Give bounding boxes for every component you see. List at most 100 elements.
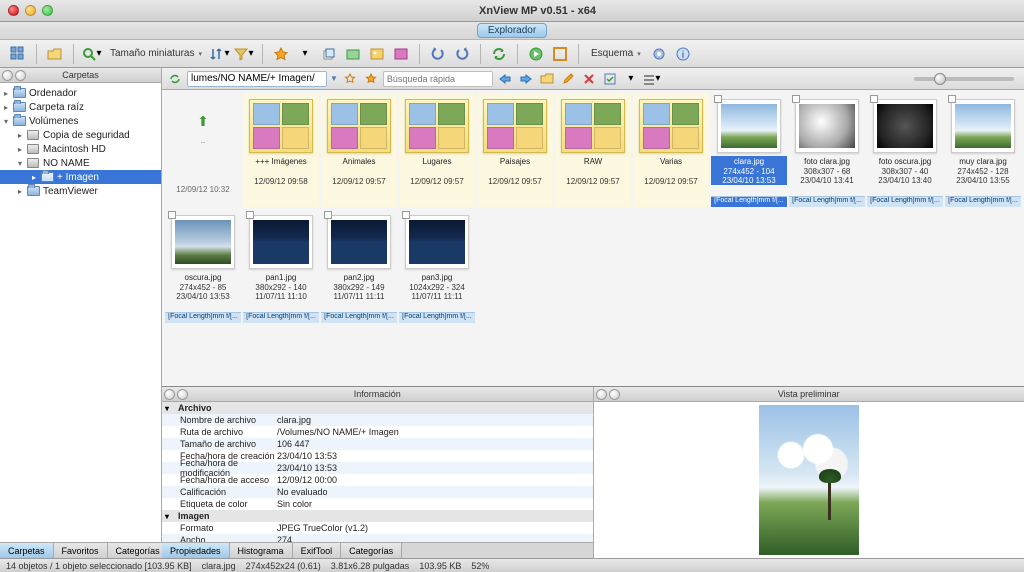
thumb-checkbox[interactable] — [402, 211, 410, 219]
info-body[interactable]: ▾ArchivoNombre de archivoclara.jpgRuta d… — [162, 402, 593, 542]
fav-icon[interactable] — [362, 70, 380, 88]
thumb-image[interactable]: oscura.jpg274x452 - 8523/04/10 13:53[Foc… — [165, 209, 241, 323]
tree-node[interactable]: ▸+ Imagen — [0, 170, 161, 184]
tree-node[interactable]: ▸Carpeta raíz — [0, 100, 161, 114]
status-dimensions: 274x452x24 (0.61) — [246, 561, 321, 571]
play-icon[interactable] — [526, 44, 546, 64]
delete-icon[interactable] — [580, 70, 598, 88]
thumb-size-dropdown[interactable]: Tamaño miniaturas — [106, 48, 206, 59]
copy-icon[interactable] — [319, 44, 339, 64]
thumbnail-area[interactable]: ⬆..12/09/12 10:32+++ Imágenes12/09/12 09… — [162, 90, 1024, 386]
sort-icon[interactable]: ▾ — [210, 44, 230, 64]
tab-properties[interactable]: Propiedades — [162, 543, 230, 558]
nav-refresh-icon[interactable] — [166, 70, 184, 88]
panel-minimize-icon[interactable] — [15, 70, 26, 81]
tree-node[interactable]: ▸TeamViewer — [0, 184, 161, 198]
info-row: Ancho274 — [162, 534, 593, 542]
info-section-header[interactable]: ▾Archivo — [162, 402, 593, 414]
nav-forward-icon[interactable] — [517, 70, 535, 88]
preview-body[interactable] — [594, 402, 1024, 558]
folders-panel-title: Carpetas — [62, 70, 99, 80]
thumb-image[interactable]: pan2.jpg380x292 - 14911/07/11 11:11[Foca… — [321, 209, 397, 323]
tab-info-categories[interactable]: Categorías — [341, 543, 402, 558]
tree-node[interactable]: ▸Ordenador — [0, 86, 161, 100]
thumb-image[interactable]: muy clara.jpg274x452 - 12823/04/10 13:55… — [945, 93, 1021, 207]
rotate-left-icon[interactable] — [428, 44, 448, 64]
thumb-image[interactable]: pan3.jpg1024x292 - 32411/07/11 11:11[Foc… — [399, 209, 475, 323]
batch-icon[interactable] — [391, 44, 411, 64]
thumb-image[interactable]: foto oscura.jpg308x307 - 4023/04/10 13:4… — [867, 93, 943, 207]
zoom-in-icon[interactable]: ▾ — [82, 44, 102, 64]
thumb-checkbox[interactable] — [948, 95, 956, 103]
status-inches: 3.81x6.28 pulgadas — [331, 561, 410, 571]
thumb-folder[interactable]: Varias12/09/12 09:57 — [633, 93, 709, 207]
tab-folders[interactable]: Carpetas — [0, 543, 54, 558]
image-icon[interactable] — [367, 44, 387, 64]
tree-node[interactable]: ▸Copia de seguridad — [0, 128, 161, 142]
thumb-image[interactable]: pan1.jpg380x292 - 14011/07/11 11:10[Foca… — [243, 209, 319, 323]
thumb-folder[interactable]: +++ Imágenes12/09/12 09:58 — [243, 93, 319, 207]
zoom-window-button[interactable] — [42, 5, 53, 16]
preview-panel-header: Vista preliminar — [594, 387, 1024, 402]
select-all-icon[interactable] — [601, 70, 619, 88]
search-input[interactable] — [383, 71, 493, 87]
star-icon[interactable] — [271, 44, 291, 64]
thumb-checkbox[interactable] — [246, 211, 254, 219]
convert-icon[interactable] — [343, 44, 363, 64]
thumb-folder[interactable]: Animales12/09/12 09:57 — [321, 93, 397, 207]
thumb-checkbox[interactable] — [714, 95, 722, 103]
tag-icon[interactable]: ▾ — [295, 44, 315, 64]
grid-view-icon[interactable] — [8, 44, 28, 64]
tab-exiftool[interactable]: ExifTool — [293, 543, 342, 558]
info-section-header[interactable]: ▾Imagen — [162, 510, 593, 522]
thumb-checkbox[interactable] — [792, 95, 800, 103]
info-row: CalificaciónNo evaluado — [162, 486, 593, 498]
tab-explorer[interactable]: Explorador — [477, 23, 547, 38]
panel-close-icon[interactable] — [2, 70, 13, 81]
tree-node[interactable]: ▾Volúmenes — [0, 114, 161, 128]
info-icon[interactable]: i — [673, 44, 693, 64]
tab-histogram[interactable]: Histograma — [230, 543, 293, 558]
rotate-right-icon[interactable] — [452, 44, 472, 64]
thumb-folder[interactable]: Lugares12/09/12 09:57 — [399, 93, 475, 207]
tab-categories[interactable]: Categorías — [108, 543, 169, 558]
path-input[interactable] — [187, 71, 327, 87]
fav-add-icon[interactable] — [341, 70, 359, 88]
tree-node[interactable]: ▸Macintosh HD — [0, 142, 161, 156]
nav-back-icon[interactable] — [496, 70, 514, 88]
refresh-icon[interactable] — [489, 44, 509, 64]
panel-close-icon[interactable] — [596, 389, 607, 400]
panel-minimize-icon[interactable] — [609, 389, 620, 400]
filter-icon[interactable]: ▾ — [234, 44, 254, 64]
settings-icon[interactable] — [649, 44, 669, 64]
thumb-folder[interactable]: RAW12/09/12 09:57 — [555, 93, 631, 207]
thumb-parent[interactable]: ⬆..12/09/12 10:32 — [165, 93, 241, 207]
thumb-zoom-slider[interactable] — [914, 77, 1014, 81]
list-mode-icon[interactable]: ▾ — [643, 70, 661, 88]
edit-icon[interactable] — [559, 70, 577, 88]
view-mode-icon[interactable]: ▾ — [622, 70, 640, 88]
close-window-button[interactable] — [8, 5, 19, 16]
info-row: Nombre de archivoclara.jpg — [162, 414, 593, 426]
folder-add-icon[interactable] — [538, 70, 556, 88]
thumb-image[interactable]: clara.jpg274x452 - 10423/04/10 13:53[Foc… — [711, 93, 787, 207]
thumb-checkbox[interactable] — [168, 211, 176, 219]
thumb-checkbox[interactable] — [870, 95, 878, 103]
open-icon[interactable] — [45, 44, 65, 64]
info-row: Fecha/hora de modificación23/04/10 13:53 — [162, 462, 593, 474]
folder-tree[interactable]: ▸Ordenador▸Carpeta raíz▾Volúmenes▸Copia … — [0, 83, 161, 542]
thumb-image[interactable]: foto clara.jpg308x307 - 6823/04/10 13:41… — [789, 93, 865, 207]
info-panel-title: Información — [354, 389, 401, 399]
thumb-checkbox[interactable] — [324, 211, 332, 219]
layout-dropdown[interactable]: Esquema — [587, 48, 645, 59]
tree-node[interactable]: ▾NO NAME — [0, 156, 161, 170]
fullscreen-icon[interactable] — [550, 44, 570, 64]
tab-favorites[interactable]: Favoritos — [54, 543, 108, 558]
info-row: FormatoJPEG TrueColor (v1.2) — [162, 522, 593, 534]
panel-minimize-icon[interactable] — [177, 389, 188, 400]
minimize-window-button[interactable] — [25, 5, 36, 16]
path-dropdown-icon[interactable]: ▼ — [330, 74, 338, 83]
sidebar-tabs: Carpetas Favoritos Categorías — [0, 542, 161, 558]
thumb-folder[interactable]: Paisajes12/09/12 09:57 — [477, 93, 553, 207]
panel-close-icon[interactable] — [164, 389, 175, 400]
